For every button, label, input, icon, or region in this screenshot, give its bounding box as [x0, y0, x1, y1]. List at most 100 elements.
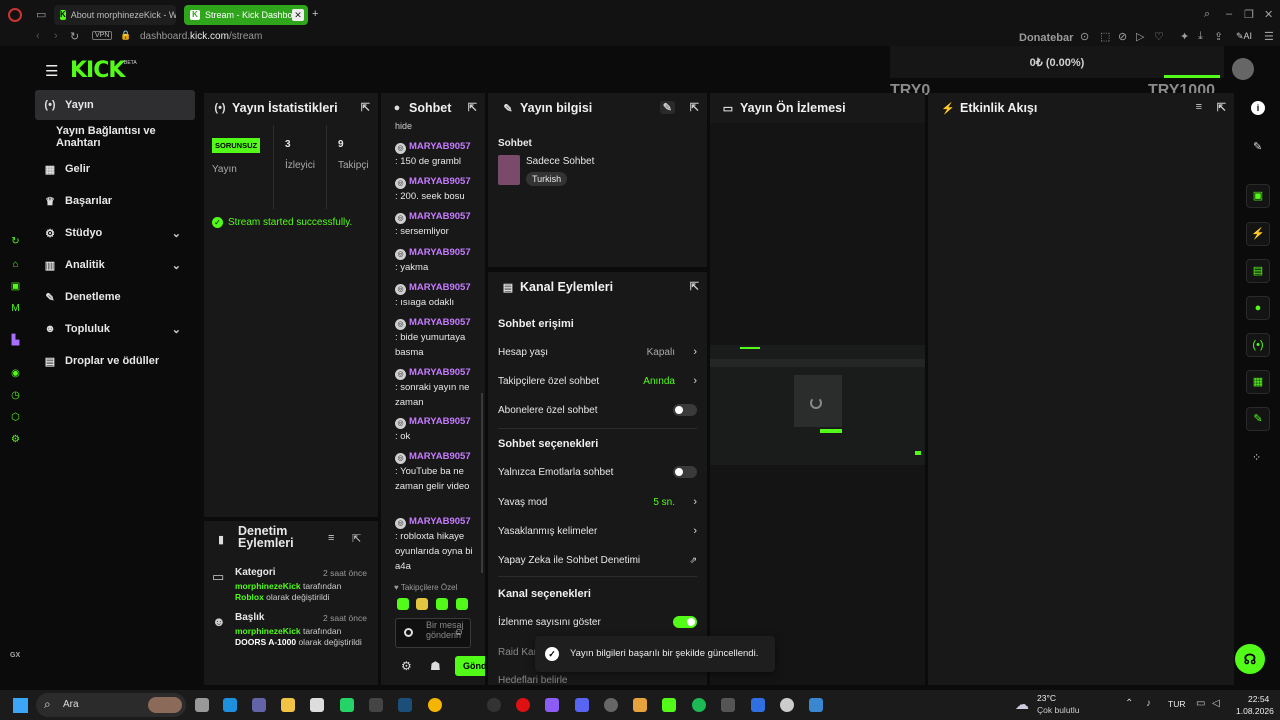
show-viewers-toggle[interactable] [673, 616, 697, 628]
popout-icon[interactable]: ⇱ [1217, 101, 1226, 114]
chat-message[interactable]: ◎ MARYAB9057: ısıaga odaklı [395, 280, 479, 310]
bag-icon[interactable]: ⌂ [10, 259, 21, 270]
search-tabs-icon[interactable]: ⌕ [1204, 8, 1210, 21]
chatgpt-icon[interactable] [780, 698, 794, 712]
chat-message[interactable]: ◎ MARYAB9057: ok [395, 414, 479, 444]
emote-icon[interactable] [416, 598, 428, 610]
emoji-icon[interactable]: ☺ [454, 627, 464, 638]
nav-stream-key[interactable]: Yayın Bağlantısı ve Anahtarı [56, 122, 202, 152]
shield-icon[interactable]: ⊘ [1118, 30, 1127, 43]
stream-preview-video[interactable] [710, 345, 925, 465]
screenshot-icon[interactable]: ⬚ [1100, 30, 1110, 43]
donatebar-extension[interactable]: Donatebar [1019, 32, 1073, 44]
tab-close-icon[interactable]: ✕ [292, 9, 304, 21]
clock-time[interactable]: 22:54 [1248, 694, 1269, 704]
chrome-icon[interactable] [428, 698, 442, 712]
popout-icon[interactable]: ⇱ [361, 101, 370, 114]
popout-icon[interactable]: ⇱ [352, 532, 361, 545]
rail-wrench-icon[interactable]: ✎ [1246, 407, 1270, 431]
kick-app-icon[interactable] [662, 698, 676, 712]
nav-denetleme[interactable]: ✎ Denetleme [35, 282, 195, 312]
circle-icon[interactable]: ◉ [10, 368, 21, 379]
store-icon[interactable] [310, 698, 324, 712]
subs-chat-toggle[interactable] [673, 404, 697, 416]
rail-chat-icon[interactable]: ● [1246, 296, 1270, 320]
obs-icon[interactable] [604, 698, 618, 712]
nav-droplar[interactable]: ▤ Droplar ve ödüller [35, 346, 195, 376]
avatar[interactable] [1232, 58, 1254, 80]
edge-icon[interactable] [223, 698, 237, 712]
volume-icon[interactable]: ◁ [1212, 698, 1220, 709]
category-thumbnail[interactable] [498, 155, 520, 185]
url-field[interactable]: dashboard.kick.com/stream [140, 31, 262, 42]
chat-username[interactable]: MARYAB9057 [409, 416, 471, 427]
nav-basarilar[interactable]: ♛ Başarılar [35, 186, 195, 216]
popout-icon[interactable]: ⇱ [690, 101, 699, 114]
microphone-icon[interactable]: ♪ [1146, 698, 1151, 709]
chat-username[interactable]: MARYAB9057 [409, 211, 471, 222]
taskbar-search[interactable]: ⌕ Ara [36, 693, 186, 717]
extension-icon[interactable]: ⊙ [1080, 30, 1089, 43]
filter-icon[interactable]: ≡ [328, 532, 334, 544]
epic-games-icon[interactable] [369, 698, 383, 712]
chat-username[interactable]: MARYAB9057 [409, 176, 471, 187]
chat-username[interactable]: MARYAB9057 [409, 247, 471, 258]
chat-username[interactable]: MARYAB9057 [409, 451, 471, 462]
chat-message[interactable]: ◎ MARYAB9057: 150 de grambl [395, 139, 479, 169]
edit-icon[interactable]: ✎ [1253, 140, 1262, 153]
discord-icon[interactable] [575, 698, 589, 712]
m-icon[interactable]: M [10, 303, 21, 314]
chat-input[interactable]: Bir mesaj gönderin ☺ [395, 618, 471, 648]
whatsapp-icon[interactable] [340, 698, 354, 712]
tab-about[interactable]: K About morphinezeKick - W [54, 5, 176, 25]
banned-words-row[interactable]: Yasaklanmış kelimeler › [498, 521, 697, 541]
tab-stream[interactable]: K Stream - Kick Dashboa ✕ [184, 5, 308, 25]
clock-date[interactable]: 1.08.2026 [1236, 706, 1274, 716]
language-indicator[interactable]: TUR [1168, 699, 1185, 709]
chat-message[interactable]: ◎ MARYAB9057: YouTube ba ne zaman gelir v… [395, 449, 479, 494]
slow-mode-row[interactable]: Yavaş mod 5 sn. › [498, 492, 697, 512]
spotify-icon[interactable] [692, 698, 706, 712]
chat-username[interactable]: MARYAB9057 [409, 367, 471, 378]
nav-topluluk[interactable]: ☻ Topluluk ⌄ [35, 314, 195, 344]
emote-icon[interactable] [436, 598, 448, 610]
followers-chat-row[interactable]: Takipçilere özel sohbet Anında › [498, 371, 697, 391]
app-icon[interactable] [751, 698, 765, 712]
mod-user[interactable]: morphinezeKick [235, 581, 301, 591]
twitch-icon[interactable]: ▙ [10, 335, 21, 346]
weather-desc[interactable]: Çok bulutlu [1037, 705, 1080, 715]
chat-message[interactable]: ◎ MARYAB9057: sersemliyor [395, 209, 479, 239]
maximize-icon[interactable]: ❐ [1244, 8, 1254, 21]
filter-icon[interactable]: ≡ [1196, 101, 1202, 113]
mod-user[interactable]: morphinezeKick [235, 626, 301, 636]
back-icon[interactable]: ‹ [36, 30, 40, 42]
ai-moderation-row[interactable]: Yapay Zeka ile Sohbet Denetimi ⇗ [498, 550, 697, 570]
share-icon[interactable]: ⇪ [1214, 30, 1223, 43]
chat-scrollbar[interactable] [481, 393, 483, 573]
nav-yayin[interactable]: (•) Yayın [35, 90, 195, 120]
add-widget-icon[interactable]: ⁘ [1252, 451, 1261, 464]
chat-message[interactable]: ◎ MARYAB9057: bide yumurtaya basma [395, 315, 479, 360]
chat-message[interactable]: ◎ MARYAB9057: 200. seek bosu [395, 174, 479, 204]
emote-icon[interactable] [397, 598, 409, 610]
emote-icon[interactable] [456, 598, 468, 610]
account-age-row[interactable]: Hesap yaşı Kapalı › [498, 342, 697, 362]
rail-actions-icon[interactable]: ▦ [1246, 370, 1270, 394]
weather-temp[interactable]: 23°C [1037, 693, 1056, 703]
app-icon[interactable] [809, 698, 823, 712]
chat-username[interactable]: MARYAB9057 [409, 516, 471, 527]
settings-icon[interactable]: ⚙ [10, 434, 21, 445]
chat-username[interactable]: MARYAB9057 [409, 282, 471, 293]
explorer-icon[interactable] [281, 698, 295, 712]
network-icon[interactable]: ▭ [1196, 698, 1205, 709]
taskview-icon[interactable] [195, 698, 209, 712]
ai-button[interactable]: ✎AI [1236, 31, 1252, 42]
minimize-icon[interactable]: – [1226, 8, 1232, 20]
puzzle-icon[interactable]: ✦ [1180, 30, 1189, 43]
rail-preview-icon[interactable]: ▣ [1246, 184, 1270, 208]
chat-username[interactable]: MARYAB9057 [409, 141, 471, 152]
opera-logo-icon[interactable] [8, 8, 22, 22]
heart-icon[interactable]: ♡ [1154, 30, 1164, 43]
rail-doc-icon[interactable]: ▤ [1246, 259, 1270, 283]
popout-icon[interactable]: ⇱ [468, 101, 477, 114]
